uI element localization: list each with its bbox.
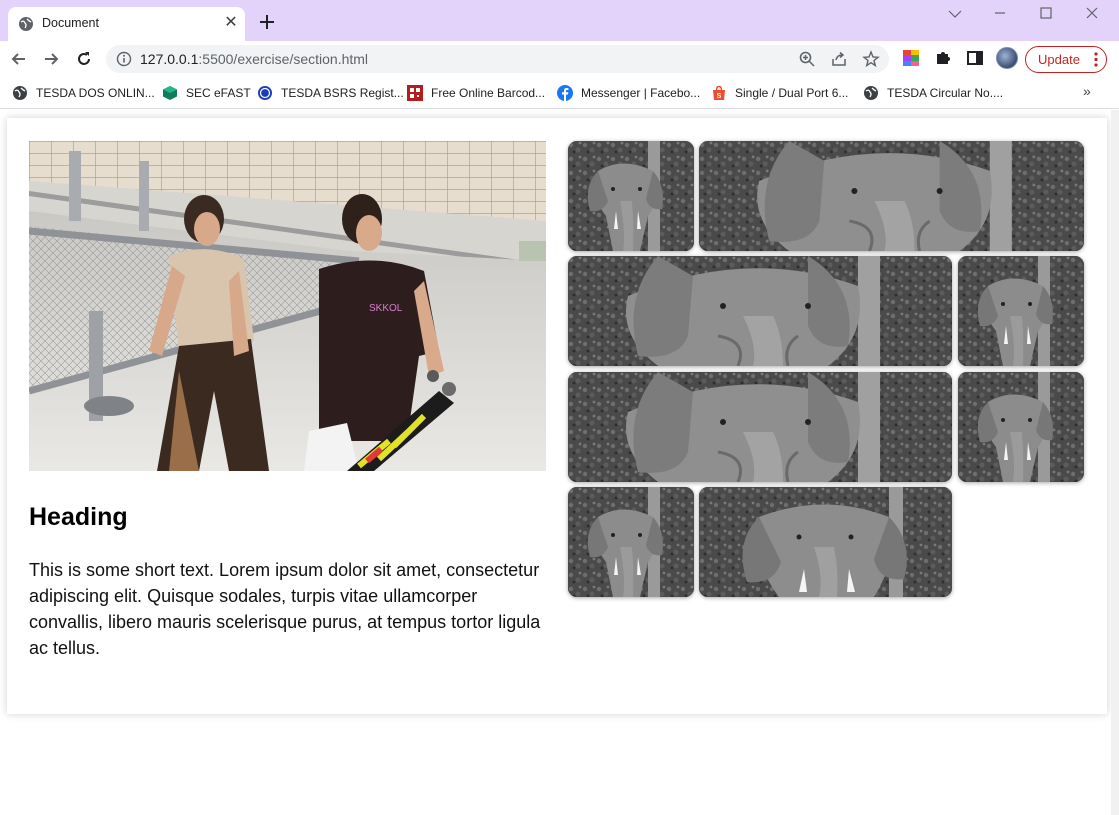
barcode-icon: [407, 85, 423, 101]
back-arrow-icon[interactable]: [9, 49, 29, 69]
cube-icon: [163, 86, 177, 100]
globe-icon: [864, 86, 878, 100]
bookmark-item[interactable]: TESDA DOS ONLIN...: [12, 83, 155, 103]
tab-document[interactable]: Document ✕: [8, 7, 245, 41]
seal-icon: [258, 86, 272, 100]
chevron-down-icon[interactable]: [940, 4, 970, 24]
close-tab-icon[interactable]: ✕: [221, 13, 241, 33]
globe-icon: [19, 17, 33, 31]
title-bar: Document ✕: [0, 0, 1119, 41]
close-window-icon[interactable]: [1077, 4, 1107, 24]
bookmark-item[interactable]: SEC eFAST: [162, 83, 251, 103]
bookmark-item[interactable]: TESDA BSRS Regist...: [257, 83, 404, 103]
minimize-icon[interactable]: [985, 4, 1015, 24]
gallery-image-elephant: [699, 141, 1084, 251]
color-palette-extension-icon[interactable]: [902, 49, 920, 67]
section-card: SKKOL Heading This is some short text. L…: [7, 118, 1107, 714]
facebook-icon: [557, 85, 573, 101]
svg-text:S: S: [717, 93, 722, 100]
gallery-image-elephant: [958, 372, 1084, 482]
bookmarks-overflow-button[interactable]: »: [1083, 83, 1091, 99]
site-info-icon[interactable]: [116, 51, 132, 67]
bookmark-item[interactable]: S Single / Dual Port 6...: [711, 83, 848, 103]
bookmark-item[interactable]: TESDA Circular No....: [863, 83, 1003, 103]
globe-icon: [13, 86, 27, 100]
forward-arrow-icon[interactable]: [41, 49, 61, 69]
bookmark-item[interactable]: Free Online Barcod...: [407, 83, 545, 103]
zoom-icon[interactable]: [798, 50, 816, 68]
side-panel-icon[interactable]: [966, 49, 984, 67]
bookmarks-bar: TESDA DOS ONLIN... SEC eFAST TESDA BSRS …: [0, 78, 1119, 109]
gallery-image-elephant: [568, 372, 952, 482]
page-scrollbar[interactable]: [1111, 110, 1119, 815]
shopee-icon: S: [713, 85, 725, 100]
update-button-label: Update: [1038, 52, 1080, 67]
url-text: 127.0.0.1:5500/exercise/section.html: [140, 51, 369, 67]
bookmark-item[interactable]: Messenger | Facebo...: [557, 83, 700, 103]
section-heading: Heading: [29, 503, 128, 531]
update-button[interactable]: Update: [1025, 46, 1107, 73]
reload-icon[interactable]: [74, 49, 94, 69]
extensions-puzzle-icon[interactable]: [934, 49, 952, 67]
gallery-image-elephant: [568, 487, 694, 597]
gallery-image-elephant: [958, 256, 1084, 366]
gallery-image-elephant: [699, 487, 952, 597]
gallery-image-elephant: [568, 256, 952, 366]
star-icon[interactable]: [862, 50, 880, 68]
hero-image: SKKOL: [29, 141, 546, 471]
gallery-image-elephant: [568, 141, 694, 251]
svg-text:SKKOL: SKKOL: [369, 303, 403, 314]
section-text: This is some short text. Lorem ipsum dol…: [29, 560, 541, 658]
tab-title: Document: [42, 16, 99, 30]
share-icon[interactable]: [830, 50, 848, 68]
maximize-icon[interactable]: [1031, 4, 1061, 24]
new-tab-icon[interactable]: [257, 12, 277, 32]
more-vert-icon[interactable]: [1094, 52, 1098, 67]
address-bar[interactable]: 127.0.0.1:5500/exercise/section.html: [106, 45, 889, 73]
page-viewport: SKKOL Heading This is some short text. L…: [0, 110, 1119, 815]
profile-avatar[interactable]: [996, 47, 1018, 69]
